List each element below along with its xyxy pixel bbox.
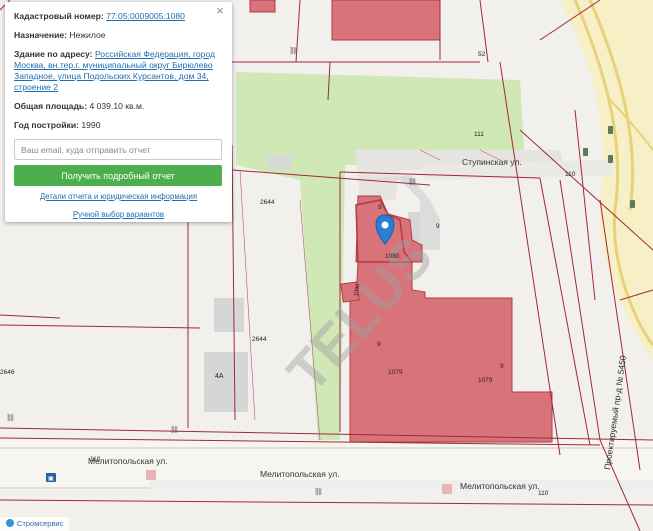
get-report-button[interactable]: Получить подробный отчет: [14, 165, 222, 186]
parcel-number: 2646: [0, 369, 15, 376]
building-north-small[interactable]: [249, 0, 276, 13]
building-number: 9: [500, 363, 504, 370]
area-value: 4 039.10 кв.м.: [89, 101, 145, 111]
cadastral-label: Кадастровый номер:: [14, 11, 104, 21]
building-number: 1079: [478, 377, 493, 384]
svg-text:⛓: ⛓: [6, 414, 15, 422]
purpose-label: Назначение:: [14, 30, 68, 40]
bus-stop-glyph: ▣: [48, 476, 54, 482]
building-number: 1080: [385, 253, 400, 260]
svg-text:⛓: ⛓: [170, 426, 179, 434]
year-row: Год постройки: 1990: [14, 120, 223, 131]
street-label-stupinskaya: Ступинская ул.: [462, 157, 522, 167]
report-details-link[interactable]: Детали отчета и юридическая информация: [40, 192, 197, 201]
building-number: 9: [378, 204, 382, 211]
area-label: Общая площадь:: [14, 101, 88, 111]
parcel-number: 110: [90, 456, 101, 463]
year-label: Год постройки:: [14, 120, 79, 130]
building-number: 9: [436, 223, 440, 230]
brand-label[interactable]: Стромсервис: [0, 517, 70, 531]
address-row: Здание по адресу: Российская Федерация, …: [14, 49, 223, 93]
parcel-number: 110: [565, 171, 576, 178]
svg-text:⛓: ⛓: [408, 178, 417, 186]
email-input[interactable]: [14, 139, 222, 160]
parcel-number: 52: [478, 51, 486, 58]
parcel-number: 2644: [260, 199, 275, 206]
close-icon[interactable]: ×: [214, 4, 226, 17]
svg-text:⛓: ⛓: [314, 488, 323, 496]
cadastral-row: Кадастровый номер: 77:05:0009005:1080: [14, 11, 223, 22]
purpose-value: Нежилое: [69, 30, 106, 40]
brand-name: Стромсервис: [17, 519, 64, 528]
building-number: 1079: [388, 369, 403, 376]
brand-icon: [6, 519, 14, 527]
parcel-number: 111: [474, 131, 484, 138]
parcel-number: 2644: [252, 336, 267, 343]
area-row: Общая площадь: 4 039.10 кв.м.: [14, 101, 223, 112]
small-building-3: [204, 352, 248, 412]
small-building: [268, 155, 292, 169]
parcel-info-card: × Кадастровый номер: 77:05:0009005:1080 …: [5, 2, 232, 222]
small-building-2: [214, 298, 244, 332]
purpose-row: Назначение: Нежилое: [14, 30, 223, 41]
manual-selection-link[interactable]: Ручной выбор вариантов: [73, 210, 164, 219]
street-label-melitopolskaya-3: Мелитопольская ул.: [460, 481, 540, 491]
cadastral-number-link[interactable]: 77:05:0009005:1080: [106, 11, 185, 21]
building-north[interactable]: [331, 0, 441, 41]
street-label-melitopolskaya-2: Мелитопольская ул.: [260, 469, 340, 479]
road-lane: [150, 480, 653, 490]
year-value: 1990: [81, 120, 101, 130]
address-label: Здание по адресу:: [14, 49, 93, 59]
svg-text:⛓: ⛓: [289, 47, 298, 55]
building-number: 9: [377, 341, 381, 348]
building-number: 4А: [215, 373, 224, 380]
parcel-number: 110: [538, 490, 549, 497]
